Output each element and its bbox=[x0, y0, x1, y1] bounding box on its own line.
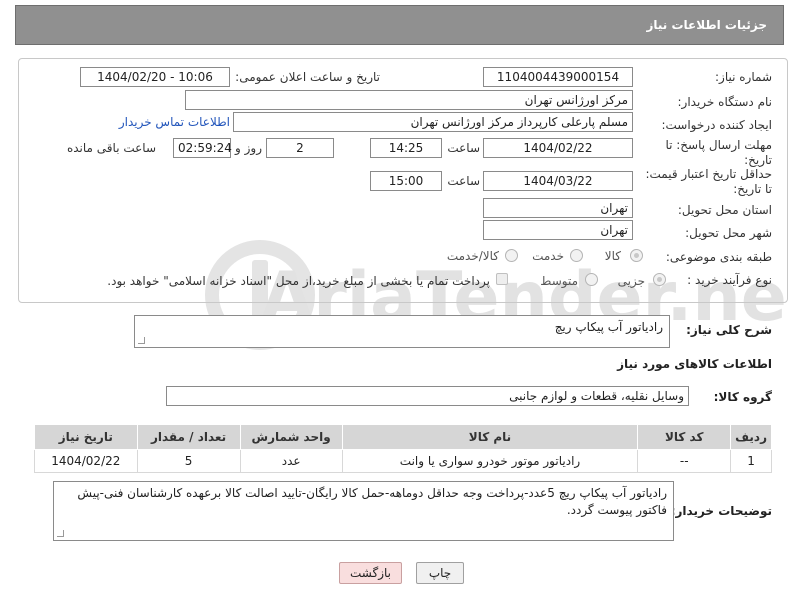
category-goods-service-label: کالا/خدمت bbox=[446, 249, 499, 263]
announce-date-field: 1404/02/20 - 10:06 bbox=[80, 67, 230, 87]
goods-group-field: وسایل نقلیه، قطعات و لوازم جانبی bbox=[166, 386, 689, 406]
general-description-textarea[interactable]: رادیاتور آب پیکاپ ریچ bbox=[134, 315, 670, 348]
col-item-code: کد کالا bbox=[637, 424, 732, 450]
goods-group-label: گروه کالا: bbox=[713, 390, 772, 404]
resize-grip-icon bbox=[138, 337, 145, 344]
table-row: 1 -- رادیاتور موتور خودرو سواری یا وانت … bbox=[34, 449, 772, 473]
remaining-time-label: ساعت باقی مانده bbox=[66, 141, 156, 155]
process-minor-radio[interactable] bbox=[653, 273, 666, 286]
process-medium-label: متوسط bbox=[540, 274, 578, 288]
general-description-label: شرح کلی نیاز: bbox=[686, 323, 772, 337]
col-row-number: ردیف bbox=[730, 424, 772, 450]
days-label: روز و bbox=[235, 141, 262, 155]
reply-deadline-label: مهلت ارسال پاسخ: تا تاریخ: bbox=[665, 138, 772, 167]
price-validity-time-label: ساعت bbox=[447, 174, 480, 188]
need-number-label: شماره نیاز: bbox=[715, 70, 772, 84]
cell-quantity: 5 bbox=[136, 449, 241, 473]
buyer-org-field: مرکز اورژانس تهران bbox=[185, 90, 633, 110]
province-label: استان محل تحویل: bbox=[677, 203, 772, 217]
price-validity-label: حداقل تاریخ اعتبار قیمت: تا تاریخ: bbox=[645, 167, 772, 196]
general-description-text: رادیاتور آب پیکاپ ریچ bbox=[554, 320, 663, 334]
reply-date-field: 1404/02/22 bbox=[483, 138, 633, 158]
items-table-header: ردیف کد کالا نام کالا واحد شمارش تعداد /… bbox=[34, 424, 772, 450]
creator-field: مسلم پارعلی کارپرداز مرکز اورژانس تهران bbox=[233, 112, 633, 132]
price-validity-time-field: 15:00 bbox=[370, 171, 442, 191]
need-number-field: 1104004439000154 bbox=[483, 67, 633, 87]
cell-unit: عدد bbox=[239, 449, 343, 473]
creator-label: ایجاد کننده درخواست: bbox=[661, 118, 772, 132]
reply-time-field: 14:25 bbox=[370, 138, 442, 158]
buyer-notes-text: رادیاتور آب پیکاپ ریچ 5عدد-پرداخت وجه حد… bbox=[77, 486, 667, 517]
reply-time-label: ساعت bbox=[447, 141, 480, 155]
category-goods-radio[interactable] bbox=[630, 249, 643, 262]
col-quantity: تعداد / مقدار bbox=[136, 424, 241, 450]
remaining-days-field: 2 bbox=[266, 138, 334, 158]
process-minor-label: جزیی bbox=[617, 274, 645, 288]
goods-info-title: اطلاعات کالاهای مورد نیاز bbox=[617, 357, 772, 371]
cell-need-date: 1404/02/22 bbox=[34, 449, 138, 473]
category-label: طبقه بندی موضوعی: bbox=[665, 250, 772, 264]
remaining-time-field: 02:59:24 bbox=[173, 138, 232, 158]
resize-grip-icon bbox=[57, 530, 64, 537]
treasury-payment-checkbox[interactable] bbox=[496, 273, 508, 285]
col-unit: واحد شمارش bbox=[239, 424, 343, 450]
city-label: شهر محل تحویل: bbox=[685, 226, 772, 240]
category-service-radio[interactable] bbox=[570, 249, 583, 262]
category-goods-service-radio[interactable] bbox=[505, 249, 518, 262]
col-item-name: نام کالا bbox=[341, 424, 639, 450]
category-service-label: خدمت bbox=[532, 249, 564, 263]
buyer-org-label: نام دستگاه خریدار: bbox=[677, 95, 773, 109]
treasury-payment-note: پرداخت تمام یا بخشی از مبلغ خرید،از محل … bbox=[107, 274, 490, 288]
buyer-notes-textarea[interactable]: رادیاتور آب پیکاپ ریچ 5عدد-پرداخت وجه حد… bbox=[53, 481, 674, 541]
price-validity-date-field: 1404/03/22 bbox=[483, 171, 633, 191]
cell-item-name: رادیاتور موتور خودرو سواری یا وانت bbox=[341, 449, 639, 473]
cell-row-number: 1 bbox=[730, 449, 772, 473]
category-goods-label: کالا bbox=[604, 249, 621, 263]
announce-date-label: تاریخ و ساعت اعلان عمومی: bbox=[235, 70, 380, 84]
province-field: تهران bbox=[483, 198, 633, 218]
col-need-date: تاریخ نیاز bbox=[34, 424, 138, 450]
process-type-label: نوع فرآیند خرید : bbox=[687, 273, 772, 287]
page-title: جزئیات اطلاعات نیاز bbox=[15, 5, 784, 45]
back-button[interactable]: بازگشت bbox=[339, 562, 402, 584]
city-field: تهران bbox=[483, 220, 633, 240]
process-medium-radio[interactable] bbox=[585, 273, 598, 286]
items-table: ردیف کد کالا نام کالا واحد شمارش تعداد /… bbox=[34, 424, 772, 473]
buyer-contact-link[interactable]: اطلاعات تماس خریدار bbox=[119, 115, 230, 129]
buyer-notes-label: توضیحات خریدار: bbox=[670, 504, 772, 518]
print-button[interactable]: چاپ bbox=[416, 562, 464, 584]
cell-item-code: -- bbox=[637, 449, 732, 473]
